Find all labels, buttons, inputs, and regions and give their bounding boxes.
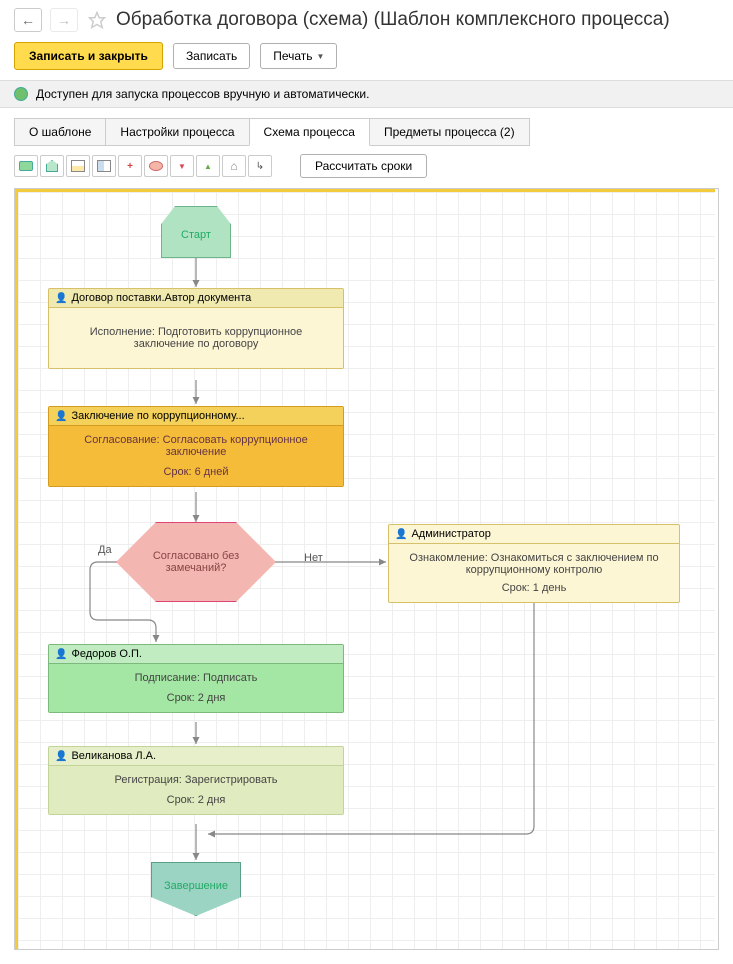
decision-text: Согласовано без замечаний?: [137, 550, 255, 574]
user-icon: [55, 750, 67, 762]
shape-start-button[interactable]: [40, 155, 64, 177]
nav-forward-button[interactable]: →: [50, 8, 78, 32]
task-block-3[interactable]: Федоров О.П. Подписание: Подписать Срок:…: [48, 644, 344, 713]
task-block-1-body: Исполнение: Подготовить коррупционное за…: [49, 308, 343, 368]
status-bar: Доступен для запуска процессов вручную и…: [0, 80, 733, 108]
tab-schema[interactable]: Схема процесса: [249, 118, 370, 146]
task-block-3-header-text: Федоров О.П.: [71, 648, 142, 660]
shape-rect-button[interactable]: [14, 155, 38, 177]
admin-block[interactable]: Администратор Ознакомление: Ознакомиться…: [388, 524, 680, 603]
favorite-star-icon[interactable]: [86, 9, 108, 31]
shape-home-button[interactable]: [222, 155, 246, 177]
task-block-1-header: Договор поставки.Автор документа: [49, 289, 343, 308]
chevron-down-icon: ▼: [317, 52, 325, 61]
tab-about[interactable]: О шаблоне: [14, 118, 106, 146]
task-block-4[interactable]: Великанова Л.А. Регистрация: Зарегистрир…: [48, 746, 344, 815]
task-block-4-header: Великанова Л.А.: [49, 747, 343, 766]
task-block-2-header: Заключение по коррупционному...: [49, 407, 343, 426]
task-block-4-header-text: Великанова Л.А.: [71, 750, 156, 762]
admin-block-line2: Срок: 1 день: [399, 582, 669, 594]
save-button[interactable]: Записать: [173, 43, 250, 69]
shape-split-v-button[interactable]: [92, 155, 116, 177]
user-icon: [55, 292, 67, 304]
admin-block-line1: Ознакомление: Ознакомиться с заключением…: [399, 552, 669, 576]
task-block-3-line1: Подписание: Подписать: [59, 672, 333, 684]
task-block-2-body: Согласование: Согласовать коррупционное …: [49, 426, 343, 486]
print-button[interactable]: Печать ▼: [260, 43, 337, 69]
task-block-3-line2: Срок: 2 дня: [59, 692, 333, 704]
task-block-4-body: Регистрация: Зарегистрировать Срок: 2 дн…: [49, 766, 343, 814]
decision-yes-label: Да: [98, 544, 112, 556]
shape-tri-down-button[interactable]: [170, 155, 194, 177]
shape-split-h-button[interactable]: [66, 155, 90, 177]
task-block-1-header-text: Договор поставки.Автор документа: [71, 292, 251, 304]
task-block-4-line1: Регистрация: Зарегистрировать: [59, 774, 333, 786]
shape-tri-up-button[interactable]: [196, 155, 220, 177]
start-node[interactable]: Старт: [161, 206, 231, 258]
flow-canvas[interactable]: Старт Договор поставки.Автор документа И…: [15, 189, 715, 949]
decision-node[interactable]: Согласовано без замечаний?: [116, 522, 276, 602]
task-block-2-line1: Согласование: Согласовать коррупционное …: [59, 434, 333, 458]
shape-connector-button[interactable]: [248, 155, 272, 177]
start-label: Старт: [181, 229, 211, 241]
task-block-1[interactable]: Договор поставки.Автор документа Исполне…: [48, 288, 344, 369]
user-icon: [55, 648, 67, 660]
task-block-2[interactable]: Заключение по коррупционному... Согласов…: [48, 406, 344, 487]
task-block-3-body: Подписание: Подписать Срок: 2 дня: [49, 664, 343, 712]
task-block-4-line2: Срок: 2 дня: [59, 794, 333, 806]
status-text: Доступен для запуска процессов вручную и…: [36, 87, 369, 101]
user-icon: [395, 528, 407, 540]
save-close-button[interactable]: Записать и закрыть: [14, 42, 163, 70]
print-label: Печать: [273, 49, 312, 63]
end-label: Завершение: [164, 880, 228, 892]
shape-add-button[interactable]: [118, 155, 142, 177]
shape-ellipse-button[interactable]: [144, 155, 168, 177]
status-indicator-icon: [14, 87, 28, 101]
tab-subjects[interactable]: Предметы процесса (2): [369, 118, 530, 146]
page-title: Обработка договора (схема) (Шаблон компл…: [116, 9, 670, 31]
task-block-2-line2: Срок: 6 дней: [59, 466, 333, 478]
end-node[interactable]: Завершение: [151, 862, 241, 916]
admin-block-body: Ознакомление: Ознакомиться с заключением…: [389, 544, 679, 602]
admin-block-header-text: Администратор: [411, 528, 490, 540]
user-icon: [55, 410, 67, 422]
decision-no-label: Нет: [304, 552, 323, 564]
task-block-2-header-text: Заключение по коррупционному...: [71, 410, 244, 422]
admin-block-header: Администратор: [389, 525, 679, 544]
decision-shape: Согласовано без замечаний?: [116, 522, 276, 602]
tab-settings[interactable]: Настройки процесса: [105, 118, 249, 146]
calc-dates-button[interactable]: Рассчитать сроки: [300, 154, 427, 178]
task-block-3-header: Федоров О.П.: [49, 645, 343, 664]
nav-back-button[interactable]: ←: [14, 8, 42, 32]
